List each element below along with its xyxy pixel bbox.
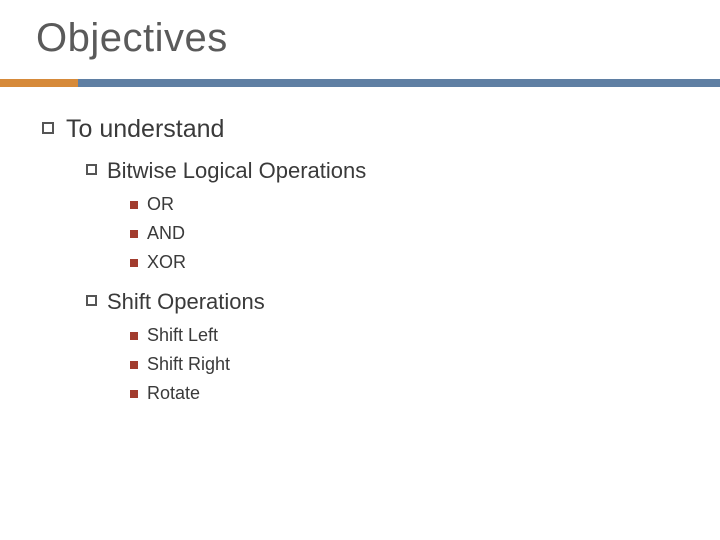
bullet-text: Shift Operations	[107, 289, 265, 315]
bullet-text: Rotate	[147, 383, 200, 404]
bullet-text: XOR	[147, 252, 186, 273]
bullet-text: OR	[147, 194, 174, 215]
filled-square-icon	[130, 332, 138, 340]
bullet-level3: Shift Right	[130, 354, 684, 375]
rule-bar	[0, 79, 720, 87]
bullet-level2: Shift Operations	[86, 289, 684, 315]
bullet-text: Shift Right	[147, 354, 230, 375]
filled-square-icon	[130, 390, 138, 398]
bullet-level3: Shift Left	[130, 325, 684, 346]
bullet-level2: Bitwise Logical Operations	[86, 158, 684, 184]
bullet-text: AND	[147, 223, 185, 244]
rule-accent	[0, 79, 78, 87]
slide-content: To understand Bitwise Logical Operations…	[36, 115, 684, 404]
slide-title: Objectives	[36, 16, 684, 61]
bullet-level3: AND	[130, 223, 684, 244]
title-rule	[36, 79, 684, 87]
bullet-level1: To understand	[42, 115, 684, 144]
bullet-text: Shift Left	[147, 325, 218, 346]
filled-square-icon	[130, 259, 138, 267]
slide: Objectives To understand Bitwise Logical…	[0, 0, 720, 540]
bullet-level3: Rotate	[130, 383, 684, 404]
bullet-level3: XOR	[130, 252, 684, 273]
hollow-square-icon	[42, 122, 54, 134]
hollow-square-icon	[86, 295, 97, 306]
bullet-level3: OR	[130, 194, 684, 215]
hollow-square-icon	[86, 164, 97, 175]
bullet-text: Bitwise Logical Operations	[107, 158, 366, 184]
bullet-text: To understand	[66, 115, 224, 144]
filled-square-icon	[130, 230, 138, 238]
filled-square-icon	[130, 201, 138, 209]
filled-square-icon	[130, 361, 138, 369]
